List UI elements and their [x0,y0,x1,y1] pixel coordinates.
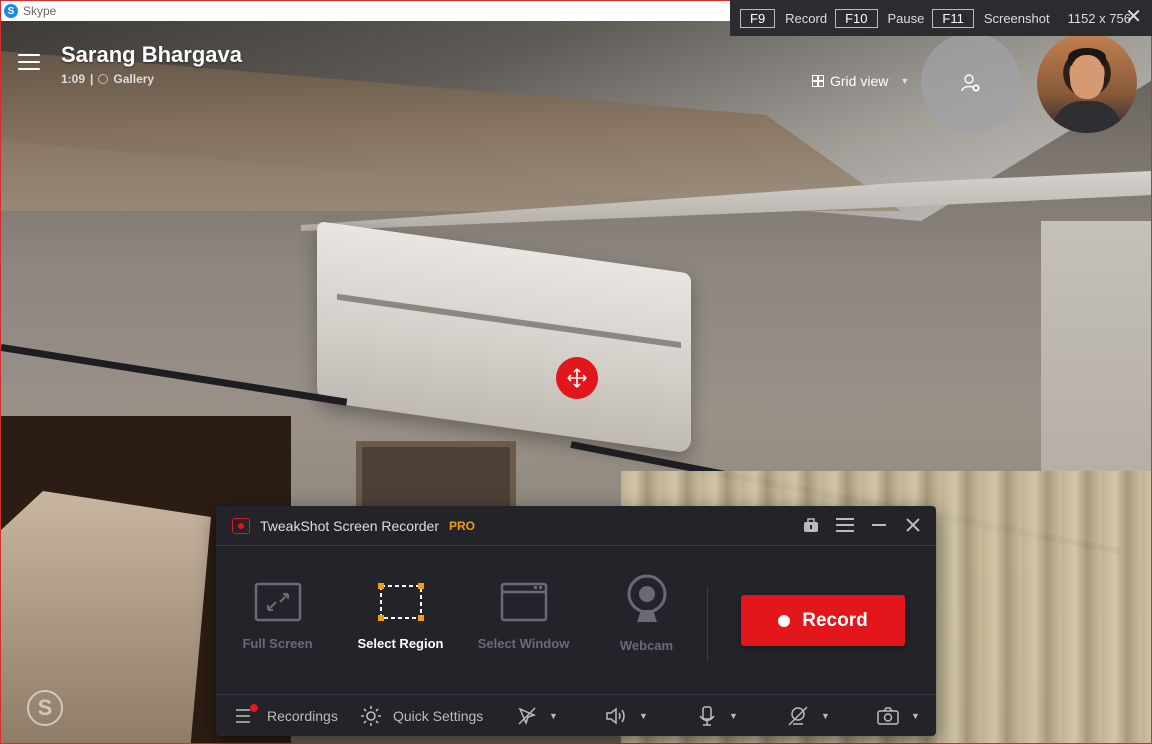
close-icon[interactable]: ✕ [1125,7,1142,27]
mode-label: Full Screen [242,636,313,651]
chevron-down-icon: ▼ [821,710,830,721]
system-audio-dropdown[interactable]: ▼ [605,706,648,726]
mode-label: Webcam [619,638,674,653]
mode-label: Select Window [477,636,570,651]
gallery-icon [98,74,109,84]
recorder-logo-icon [232,517,250,534]
full-screen-icon [254,582,301,622]
capture-modes: Full Screen Select Region Select Window [216,546,716,686]
menu-icon[interactable] [18,54,40,70]
camera-icon [877,706,899,725]
webcam-icon [627,574,666,622]
grid-view-button[interactable]: Grid view ▼ [812,73,909,89]
mode-select-region[interactable]: Select Region [339,546,462,686]
microphone-icon [699,705,715,726]
window-title: Skype [23,4,57,18]
move-handle-icon[interactable] [556,357,598,399]
call-meta: 1:09 | Gallery [61,72,154,86]
gallery-label[interactable]: Gallery [113,72,154,86]
recorder-header: TweakShot Screen Recorder PRO [216,506,936,546]
mode-select-window[interactable]: Select Window [462,546,585,686]
hotkey-bar: F9 Record F10 Pause F11 Screenshot 1152 … [730,0,1152,36]
grid-view-label: Grid view [830,73,889,89]
video-air-conditioner [317,221,691,454]
meta-separator: | [90,72,94,86]
video-curtain-rod-left [1,344,348,406]
recorder-panel: TweakShot Screen Recorder PRO Full Scree… [216,506,936,736]
self-video-thumbnail[interactable] [1037,33,1137,133]
add-person-icon [961,74,980,92]
record-button-label: Record [802,609,868,631]
recordings-button[interactable]: Recordings [235,703,338,725]
chevron-down-icon: ▼ [911,710,920,721]
chevron-down-icon: ▼ [729,710,738,721]
mode-full-screen[interactable]: Full Screen [216,546,339,686]
cursor-effects-dropdown[interactable]: ▼ [517,706,558,726]
recorder-title: TweakShot Screen Recorder [260,517,439,534]
divider [707,586,708,661]
pause-hotkey-label: Pause [887,10,925,26]
mode-label: Select Region [357,636,444,651]
quick-settings-label: Quick Settings [393,707,484,724]
select-region-icon [377,583,424,621]
call-duration: 1:09 [61,72,86,86]
record-hotkey: F9 [740,8,776,28]
gear-icon [361,705,381,726]
skype-logo-icon: S [4,4,18,18]
callee-name: Sarang Bhargava [61,42,242,67]
webcam-overlay-dropdown[interactable]: ▼ [787,705,830,727]
add-participant-button[interactable] [921,33,1021,133]
skype-watermark-icon: S [27,690,63,726]
screenshot-dropdown[interactable]: ▼ [877,706,920,725]
webcam-off-icon [788,705,808,726]
grid-icon [812,75,824,87]
select-window-icon [500,582,547,622]
toolbox-icon[interactable] [802,516,820,534]
record-button[interactable]: Record [741,595,905,646]
pause-hotkey: F10 [835,8,878,28]
move-arrows-icon [567,368,587,388]
recorder-window-controls [802,516,922,534]
record-dot-icon [778,614,791,627]
notification-dot-icon [250,703,258,712]
screenshot-hotkey-label: Screenshot [983,10,1050,26]
recorder-footer: Recordings Quick Settings ▼ ▼ ▼ ▼ ▼ [216,694,936,736]
recordings-label: Recordings [267,707,338,724]
minimize-icon[interactable] [870,516,888,534]
microphone-dropdown[interactable]: ▼ [697,705,738,727]
speaker-icon [606,706,625,725]
cursor-disabled-icon [518,706,537,725]
quick-settings-button[interactable]: Quick Settings [359,705,483,727]
mode-webcam[interactable]: Webcam [585,546,708,686]
record-hotkey-label: Record [785,10,828,26]
chevron-down-icon: ▼ [900,76,910,86]
chevron-down-icon: ▼ [549,710,558,721]
pro-badge: PRO [448,518,475,533]
chevron-down-icon: ▼ [639,710,648,721]
screenshot-hotkey: F11 [932,8,974,28]
hamburger-menu-icon[interactable] [836,516,854,534]
close-icon[interactable] [904,516,922,534]
capture-size: 1152 x 756 [1067,10,1131,26]
